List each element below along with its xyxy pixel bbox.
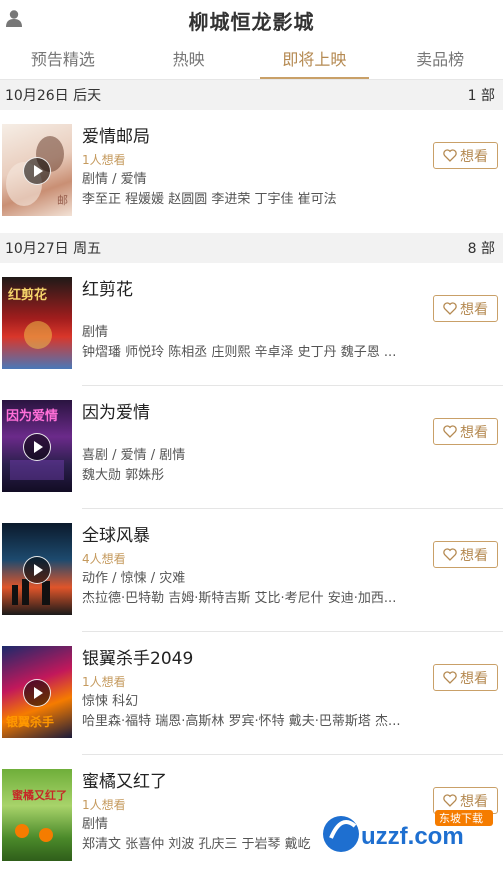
movie-genre: 剧情 / 爱情 xyxy=(82,172,147,187)
movie-poster[interactable]: 邮 xyxy=(2,124,72,216)
tab-bar: 预告精选 热映 即将上映 卖品榜 xyxy=(0,40,503,80)
svg-text:红剪花: 红剪花 xyxy=(8,287,47,303)
movie-title: 因为爱情 xyxy=(82,403,150,423)
movie-item[interactable]: 因为爱情 因为爱情 喜剧 / 爱情 / 剧情 魏大勋 郭姝彤 想看 xyxy=(0,386,503,509)
page-title: 柳城恒龙影城 xyxy=(188,10,315,34)
movie-cast: 钟熠璠 师悦玲 陈相丞 庄则熙 辛卓泽 史丁丹 魏子恩 ... xyxy=(82,345,397,360)
watermark-badge: 东坡下载 xyxy=(439,812,483,825)
heart-icon xyxy=(443,794,457,807)
movie-count: 1 部 xyxy=(467,88,495,104)
date-header: 10月27日 周五 8 部 xyxy=(0,233,503,263)
movie-genre: 动作 / 惊悚 / 灾难 xyxy=(82,571,186,586)
svg-text:邮: 邮 xyxy=(57,194,68,207)
movie-genre: 喜剧 / 爱情 / 剧情 xyxy=(82,448,186,463)
movie-item[interactable]: 银翼杀手 银翼杀手2049 1人想看 惊悚 科幻 哈里森·福特 瑞恩·高斯林 罗… xyxy=(0,632,503,755)
watermark-text: uzzf.com xyxy=(361,823,464,850)
movie-genre: 剧情 xyxy=(82,325,109,340)
want-count: 1人想看 xyxy=(82,153,126,167)
want-count: 4人想看 xyxy=(82,552,126,566)
heart-icon xyxy=(443,149,457,162)
heart-icon xyxy=(443,671,457,684)
movie-title: 银翼杀手2049 xyxy=(82,649,194,669)
date-header: 10月26日 后天 1 部 xyxy=(0,80,503,110)
svg-text:因为爱情: 因为爱情 xyxy=(6,408,58,424)
movie-cast: 哈里森·福特 瑞恩·高斯林 罗宾·怀特 戴夫·巴蒂斯塔 杰... xyxy=(82,714,401,729)
want-button[interactable]: 想看 xyxy=(433,664,498,691)
movie-genre: 惊悚 科幻 xyxy=(82,694,139,709)
movie-title: 红剪花 xyxy=(82,280,133,300)
heart-icon xyxy=(443,548,457,561)
want-count: 1人想看 xyxy=(82,675,126,689)
want-button[interactable]: 想看 xyxy=(433,295,498,322)
movie-item[interactable]: 红剪花 红剪花 剧情 钟熠璠 师悦玲 陈相丞 庄则熙 辛卓泽 史丁丹 魏子恩 .… xyxy=(0,263,503,386)
heart-icon xyxy=(443,302,457,315)
play-icon[interactable] xyxy=(23,433,51,461)
movie-count: 8 部 xyxy=(467,241,495,257)
active-tab-indicator xyxy=(259,77,370,79)
movie-cast: 魏大勋 郭姝彤 xyxy=(82,468,165,483)
watermark-logo: uzzf.com 东坡下载 xyxy=(323,810,493,852)
movie-poster[interactable] xyxy=(2,523,72,615)
title-bar: 柳城恒龙影城 xyxy=(0,0,503,40)
want-button[interactable]: 想看 xyxy=(433,418,498,445)
want-button[interactable]: 想看 xyxy=(433,541,498,568)
date-label: 10月26日 后天 xyxy=(5,88,102,104)
svg-text:银翼杀手: 银翼杀手 xyxy=(6,714,54,729)
svg-text:蜜橘又红了: 蜜橘又红了 xyxy=(12,788,67,802)
movie-poster[interactable]: 红剪花 xyxy=(2,277,72,369)
movie-item[interactable]: 邮 爱情邮局 1人想看 剧情 / 爱情 李至正 程媛媛 赵圆圆 李进荣 丁宇佳 … xyxy=(0,110,503,233)
movie-poster[interactable]: 蜜橘又红了 xyxy=(2,769,72,861)
movie-cast: 李至正 程媛媛 赵圆圆 李进荣 丁宇佳 崔可法 xyxy=(82,192,337,207)
tab-trailers[interactable]: 预告精选 xyxy=(0,40,126,79)
movie-cast: 杰拉德·巴特勒 吉姆·斯特吉斯 艾比·考尼什 安迪·加西... xyxy=(82,591,397,606)
play-icon[interactable] xyxy=(23,556,51,584)
date-label: 10月27日 周五 xyxy=(5,241,102,257)
play-icon[interactable] xyxy=(23,157,51,185)
want-count xyxy=(82,426,423,446)
want-count xyxy=(82,303,423,323)
movie-poster[interactable]: 因为爱情 xyxy=(2,400,72,492)
tab-now-showing[interactable]: 热映 xyxy=(126,40,252,79)
want-button[interactable]: 想看 xyxy=(433,142,498,169)
movie-poster[interactable]: 银翼杀手 xyxy=(2,646,72,738)
heart-icon xyxy=(443,425,457,438)
movie-title: 爱情邮局 xyxy=(82,127,150,147)
tab-coming-soon[interactable]: 即将上映 xyxy=(252,40,378,79)
movie-title: 全球风暴 xyxy=(82,526,150,546)
movie-item[interactable]: 全球风暴 4人想看 动作 / 惊悚 / 灾难 杰拉德·巴特勒 吉姆·斯特吉斯 艾… xyxy=(0,509,503,632)
movie-title: 蜜橘又红了 xyxy=(82,772,167,792)
play-icon[interactable] xyxy=(23,679,51,707)
tab-concessions[interactable]: 卖品榜 xyxy=(377,40,503,79)
